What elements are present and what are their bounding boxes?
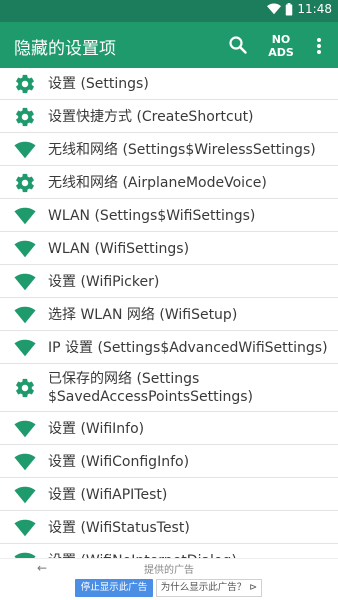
gear-icon [14, 377, 36, 399]
wifi-signal-icon [267, 3, 282, 15]
no-ads-line2: ADS [268, 46, 294, 59]
list-item-label: 设置 (WifiInfo) [48, 420, 145, 437]
wifi-icon [14, 271, 36, 293]
wifi-icon [14, 517, 36, 539]
list-item[interactable]: 无线和网络 (AirplaneModeVoice) [0, 166, 338, 199]
gear-icon [14, 172, 36, 194]
more-options-button[interactable] [311, 34, 327, 58]
wifi-icon [14, 205, 36, 227]
list-item-label: 无线和网络 (AirplaneModeVoice) [48, 174, 267, 191]
wifi-icon [14, 139, 36, 161]
list-item[interactable]: 已保存的网络 (Settings $SavedAccessPointsSetti… [0, 364, 338, 412]
list-item-label: 设置快捷方式 (CreateShortcut) [48, 108, 254, 125]
list-item-label: 无线和网络 (Settings$WirelessSettings) [48, 141, 316, 158]
list-item[interactable]: WLAN (Settings$WifiSettings) [0, 199, 338, 232]
list-item[interactable]: WLAN (WifiSettings) [0, 232, 338, 265]
settings-list: 设置 (Settings) 设置快捷方式 (CreateShortcut) 无线和网… [0, 68, 338, 558]
app-bar: 隐藏的设置项 NO ADS [0, 22, 338, 68]
status-icons: 11:48 [267, 2, 332, 16]
list-item[interactable]: 设置快捷方式 (CreateShortcut) [0, 100, 338, 133]
wifi-icon [14, 550, 36, 558]
wifi-icon [14, 418, 36, 440]
list-item-label: 设置 (WifiConfigInfo) [48, 453, 190, 470]
search-button[interactable] [226, 33, 250, 57]
gear-icon [14, 106, 36, 128]
wifi-icon [14, 304, 36, 326]
list-item-label: 设置 (WifiStatusTest) [48, 519, 190, 536]
more-vert-icon [317, 38, 321, 54]
list-item[interactable]: 设置 (WifiPicker) [0, 265, 338, 298]
status-bar: 11:48 [0, 0, 338, 22]
list-item[interactable]: 设置 (WifiConfigInfo) [0, 445, 338, 478]
list-item[interactable]: 设置 (WifiNoInternetDialog) [0, 544, 338, 558]
search-icon [229, 36, 247, 54]
ad-banner: ← 提供的广告 停止显示此广告 为什么显示此广告？ ⊳ [0, 558, 338, 600]
list-item[interactable]: 设置 (Settings) [0, 68, 338, 100]
wifi-icon [14, 238, 36, 260]
list-item-label: IP 设置 (Settings$AdvancedWifiSettings) [48, 339, 328, 356]
page-title: 隐藏的设置项 [14, 39, 116, 59]
no-ads-button[interactable]: NO ADS [266, 30, 296, 62]
gear-icon [14, 73, 36, 95]
list-item-label: WLAN (WifiSettings) [48, 240, 190, 257]
wifi-icon [14, 337, 36, 359]
list-item-label: WLAN (Settings$WifiSettings) [48, 207, 256, 224]
list-item-label: 设置 (Settings) [48, 76, 149, 92]
list-item[interactable]: 设置 (WifiInfo) [0, 412, 338, 445]
wifi-icon [14, 451, 36, 473]
list-item-label: 已保存的网络 (Settings $SavedAccessPointsSetti… [48, 371, 254, 405]
list-item[interactable]: 选择 WLAN 网络 (WifiSetup) [0, 298, 338, 331]
no-ads-line1: NO [271, 33, 291, 46]
wifi-icon [14, 484, 36, 506]
list-item[interactable]: 无线和网络 (Settings$WirelessSettings) [0, 133, 338, 166]
list-item-label: 设置 (WifiPicker) [48, 273, 160, 290]
battery-icon [286, 2, 293, 16]
list-item-label: 选择 WLAN 网络 (WifiSetup) [48, 306, 238, 323]
why-ad-button[interactable]: 为什么显示此广告？ ⊳ [156, 579, 262, 597]
list-item[interactable]: IP 设置 (Settings$AdvancedWifiSettings) [0, 331, 338, 364]
ad-provided-label: 提供的广告 [144, 565, 194, 576]
stop-ad-button[interactable]: 停止显示此广告 [75, 579, 153, 597]
list-item[interactable]: 设置 (WifiAPITest) [0, 478, 338, 511]
list-item-label: 设置 (WifiAPITest) [48, 486, 168, 503]
status-time: 11:48 [297, 2, 332, 16]
list-item[interactable]: 设置 (WifiStatusTest) [0, 511, 338, 544]
